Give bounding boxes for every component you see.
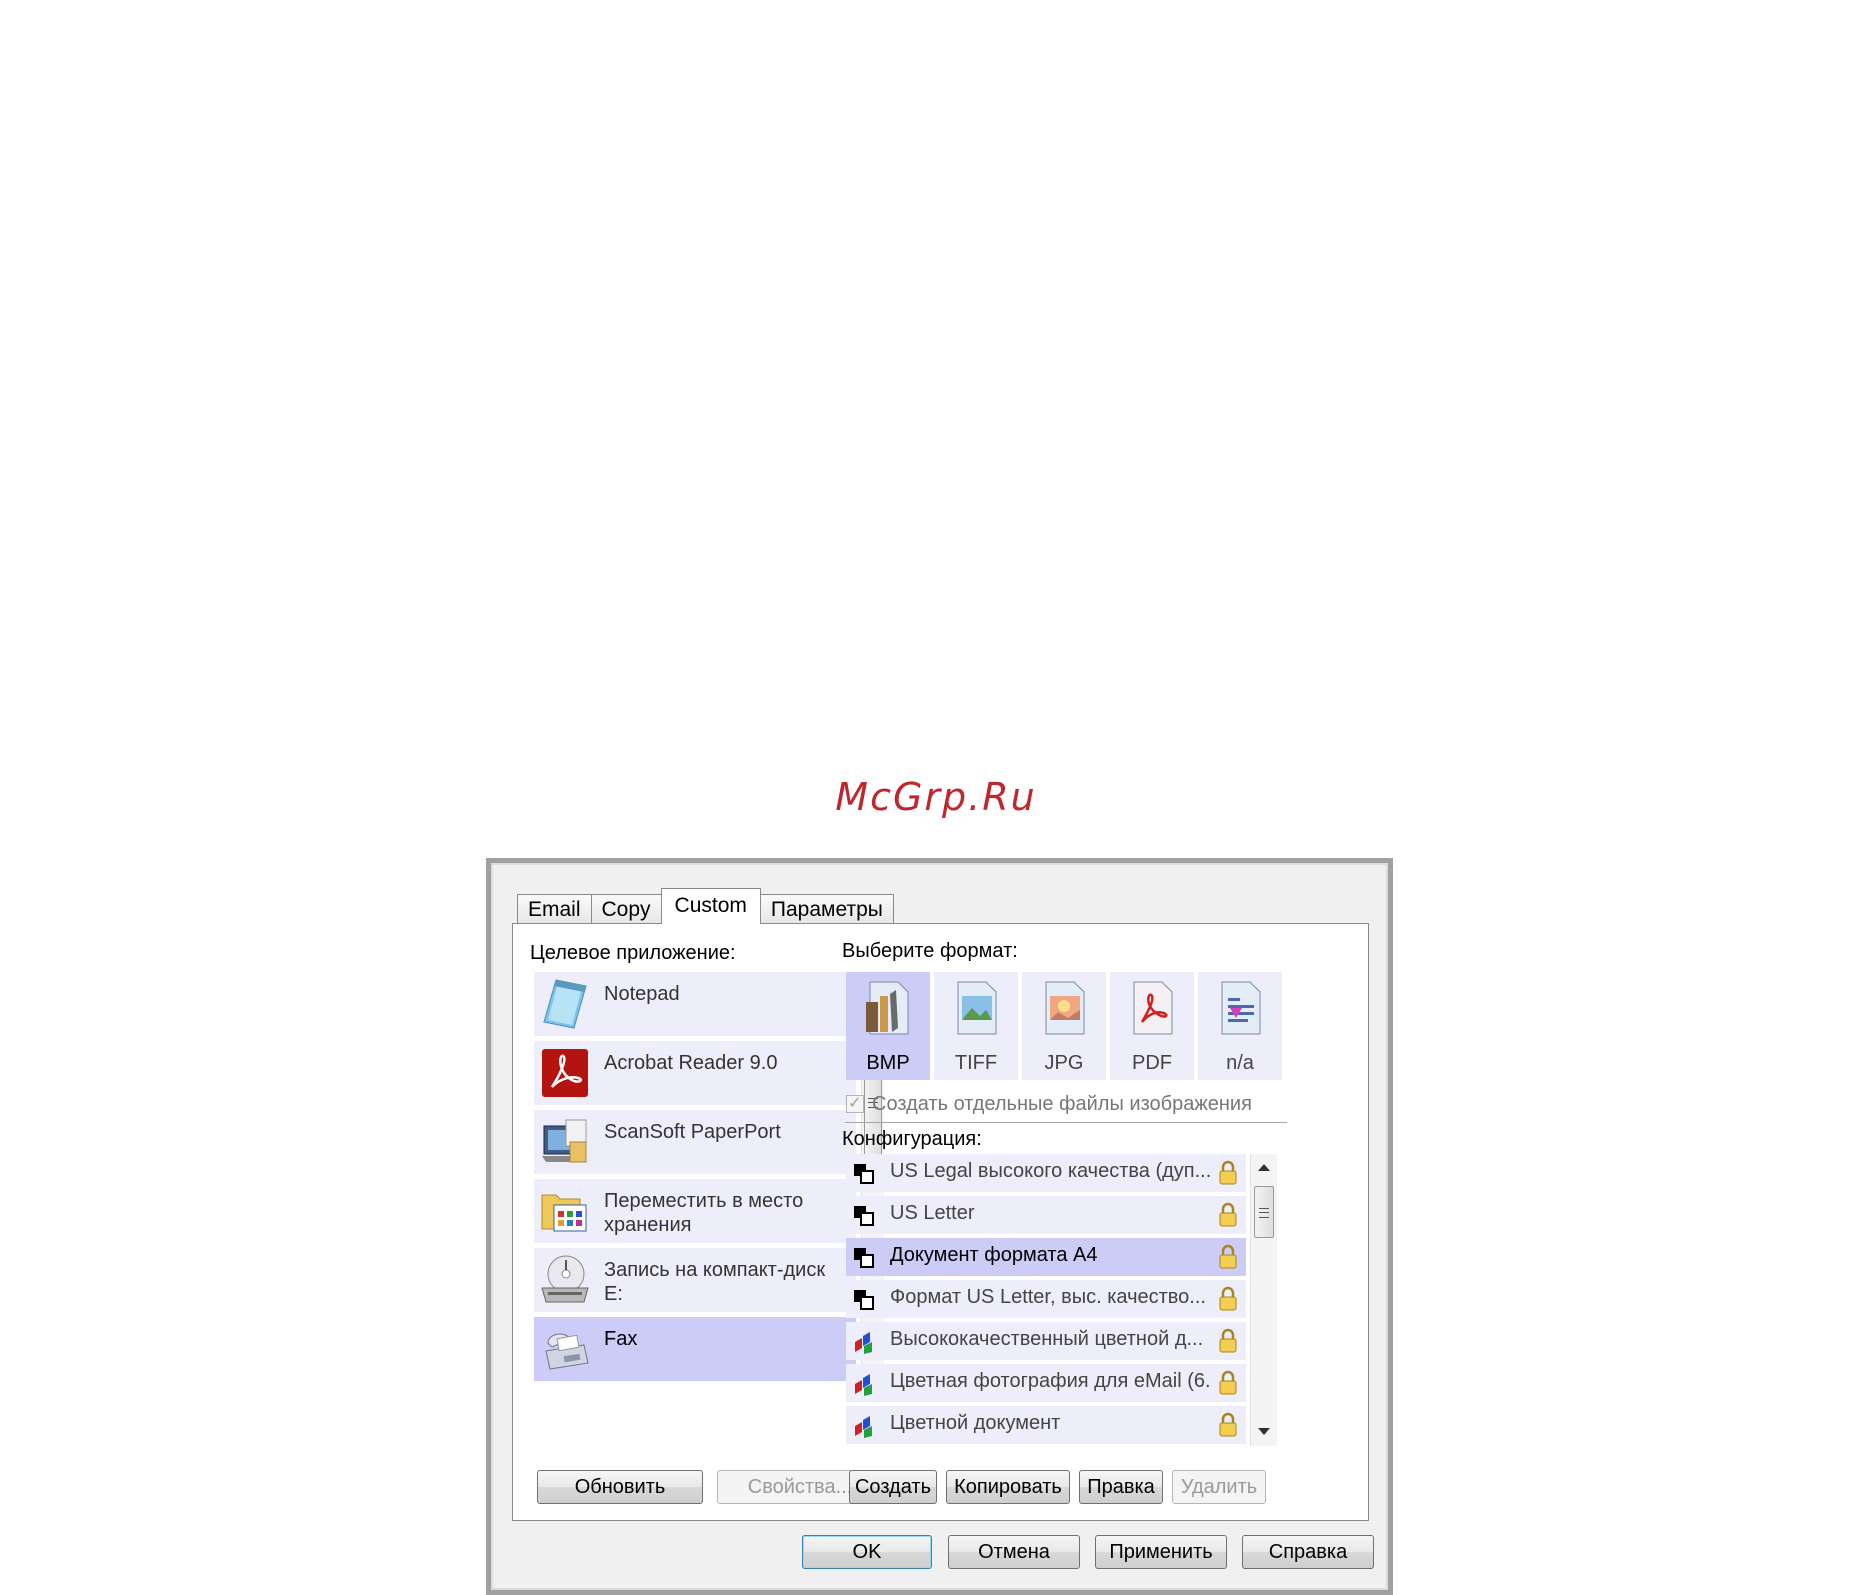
tiff-icon [957, 981, 997, 1035]
app-item-storage[interactable]: Переместить в место хранения [534, 1179, 856, 1243]
grip-icon [1259, 1208, 1269, 1218]
config-name: Высококачественный цветной д... [890, 1328, 1204, 1350]
scroll-up-arrow-icon[interactable] [1258, 1164, 1270, 1171]
format-na[interactable]: n/a [1198, 972, 1282, 1080]
bw-scan-icon [854, 1164, 874, 1184]
config-name: Документ формата A4 [890, 1244, 1098, 1266]
notepad-icon [543, 979, 587, 1029]
config-item[interactable]: Высококачественный цветной д... [846, 1322, 1246, 1360]
format-label-text: BMP [866, 1052, 910, 1074]
cd-burn-icon [541, 1255, 589, 1303]
configuration-list: US Legal высокого качества (дуп... US Le… [846, 1154, 1281, 1446]
jpg-icon [1045, 981, 1085, 1035]
tab-panel: Целевое приложение: Notepad Acrobat Read… [512, 923, 1369, 1521]
refresh-button[interactable]: Обновить [537, 1470, 703, 1504]
format-tiff[interactable]: TIFF [934, 972, 1018, 1080]
config-name: Цветной документ [890, 1412, 1061, 1434]
color-scan-icon [855, 1416, 872, 1438]
target-app-label: Целевое приложение: [530, 942, 736, 964]
watermark: McGrp.Ru [835, 775, 1037, 819]
lock-icon [1219, 1370, 1237, 1395]
properties-dialog: Email Copy Custom Параметры Целевое прил… [486, 858, 1393, 1595]
format-label-text: PDF [1132, 1052, 1172, 1074]
text-doc-icon [1221, 981, 1261, 1035]
format-pdf[interactable]: PDF [1110, 972, 1194, 1080]
config-item[interactable]: US Letter [846, 1196, 1246, 1234]
format-label-text: n/a [1226, 1052, 1254, 1074]
format-jpg[interactable]: JPG [1022, 972, 1106, 1080]
target-app-list: Notepad Acrobat Reader 9.0 ScanSoft Pape… [534, 972, 884, 1386]
format-selector: BMP TIFF JPG PDF n/a [846, 972, 1282, 1080]
app-item-fax[interactable]: Fax [534, 1317, 856, 1381]
apply-button[interactable]: Применить [1095, 1535, 1227, 1569]
config-name: Формат US Letter, выс. качество... [890, 1286, 1206, 1308]
tab-email[interactable]: Email [517, 894, 592, 924]
app-item-notepad[interactable]: Notepad [534, 972, 856, 1036]
app-name: ScanSoft PaperPort [604, 1121, 781, 1143]
bmp-icon [866, 981, 909, 1035]
delete-button[interactable]: Удалить [1172, 1470, 1266, 1504]
config-name: US Letter [890, 1202, 975, 1224]
app-name: Запись на компакт-диск E: [604, 1259, 826, 1305]
format-label: Выберите формат: [842, 940, 1018, 962]
format-label-text: JPG [1044, 1052, 1084, 1074]
app-name: Acrobat Reader 9.0 [604, 1052, 778, 1074]
lock-icon [1219, 1412, 1237, 1437]
lock-icon [1219, 1286, 1237, 1311]
config-item[interactable]: Цветной документ [846, 1406, 1246, 1444]
separate-files-label: Создать отдельные файлы изображения [872, 1093, 1252, 1115]
pdf-icon [1133, 981, 1173, 1035]
help-button[interactable]: Справка [1242, 1535, 1374, 1569]
paperport-icon [542, 1119, 587, 1163]
config-item[interactable]: Цветная фотография для eMail (6... [846, 1364, 1246, 1402]
format-label-text: TIFF [954, 1052, 998, 1074]
checkbox-box[interactable] [846, 1093, 864, 1113]
app-name: Fax [604, 1328, 638, 1350]
folder-storage-icon [541, 1194, 587, 1232]
format-bmp[interactable]: BMP [846, 972, 930, 1080]
tab-custom[interactable]: Custom [660, 888, 761, 924]
config-list-scrollbar[interactable] [1250, 1154, 1277, 1446]
color-scan-icon [855, 1332, 872, 1354]
config-name: Цветная фотография для eMail (6... [890, 1370, 1210, 1392]
bw-scan-icon [854, 1248, 874, 1268]
app-item-acrobat[interactable]: Acrobat Reader 9.0 [534, 1041, 856, 1105]
edit-button[interactable]: Правка [1079, 1470, 1163, 1504]
configuration-label: Конфигурация: [842, 1128, 982, 1150]
bw-scan-icon [854, 1206, 874, 1226]
config-item[interactable]: Документ формата A4 [846, 1238, 1246, 1276]
scroll-thumb[interactable] [1254, 1186, 1274, 1238]
acrobat-icon [542, 1049, 588, 1097]
config-item[interactable]: US Legal высокого качества (дуп... [846, 1154, 1246, 1192]
tab-copy[interactable]: Copy [590, 894, 662, 924]
tab-parameters[interactable]: Параметры [759, 894, 894, 924]
config-name: US Legal высокого качества (дуп... [890, 1160, 1210, 1182]
app-name: Переместить в место хранения [604, 1190, 804, 1236]
create-button[interactable]: Создать [849, 1470, 937, 1504]
app-name: Notepad [604, 983, 680, 1005]
bw-scan-icon [854, 1290, 874, 1310]
app-item-paperport[interactable]: ScanSoft PaperPort [534, 1110, 856, 1174]
tab-strip: Email Copy Custom Параметры [517, 888, 894, 924]
cancel-button[interactable]: Отмена [948, 1535, 1080, 1569]
fax-icon [545, 1333, 589, 1370]
color-scan-icon [855, 1374, 872, 1396]
copy-config-button[interactable]: Копировать [946, 1470, 1070, 1504]
ok-button[interactable]: OK [802, 1535, 932, 1569]
lock-icon [1219, 1202, 1237, 1227]
lock-icon [1219, 1160, 1237, 1185]
scroll-down-arrow-icon[interactable] [1258, 1428, 1270, 1435]
divider [845, 1122, 1287, 1123]
lock-icon [1219, 1328, 1237, 1353]
config-item[interactable]: Формат US Letter, выс. качество... [846, 1280, 1246, 1318]
app-item-cd-burn[interactable]: Запись на компакт-диск E: [534, 1248, 856, 1312]
lock-icon [1219, 1244, 1237, 1269]
